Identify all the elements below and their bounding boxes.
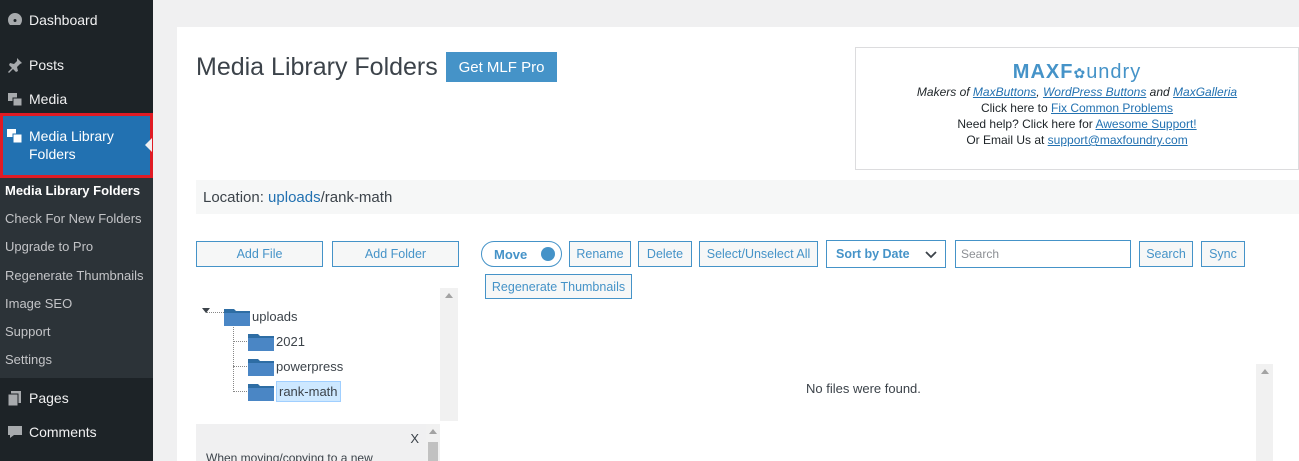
media-folders-icon bbox=[6, 127, 26, 145]
sync-button[interactable]: Sync bbox=[1201, 241, 1245, 267]
folder-icon bbox=[224, 309, 250, 326]
location-root-link[interactable]: uploads bbox=[268, 189, 321, 206]
tree-line bbox=[233, 366, 247, 367]
submenu-check-new-folders[interactable]: Check For New Folders bbox=[5, 211, 142, 226]
comments-icon bbox=[3, 422, 27, 442]
promo-email-line: Or Email Us at support@maxfoundry.com bbox=[966, 133, 1188, 147]
tree-line bbox=[233, 391, 247, 392]
location-bar: Location: uploads/rank-math bbox=[196, 180, 1299, 214]
scroll-up-icon[interactable] bbox=[429, 429, 437, 434]
menu-label: Media Library Folders bbox=[29, 128, 114, 162]
notice-scrollbar[interactable] bbox=[426, 424, 440, 461]
email-link[interactable]: support@maxfoundry.com bbox=[1048, 133, 1188, 147]
search-button[interactable]: Search bbox=[1139, 241, 1193, 267]
rename-button[interactable]: Rename bbox=[569, 241, 631, 267]
submenu-settings[interactable]: Settings bbox=[5, 352, 52, 367]
toggle-knob bbox=[541, 247, 555, 261]
get-pro-button[interactable]: Get MLF Pro bbox=[446, 52, 557, 82]
menu-label: Comments bbox=[29, 424, 97, 440]
menu-pages[interactable]: Pages bbox=[0, 381, 153, 415]
menu-label: Posts bbox=[29, 57, 65, 73]
wordpress-buttons-link[interactable]: WordPress Buttons bbox=[1043, 85, 1146, 99]
gear-icon: ✿ bbox=[1073, 65, 1087, 81]
folder-icon bbox=[248, 334, 274, 351]
folder-rank-math[interactable]: rank-math bbox=[248, 380, 341, 402]
scroll-up-icon[interactable] bbox=[1260, 369, 1269, 374]
no-files-message: No files were found. bbox=[806, 381, 921, 396]
menu-posts[interactable]: Posts bbox=[0, 48, 153, 82]
folder-2021[interactable]: 2021 bbox=[248, 331, 305, 351]
folder-powerpress[interactable]: powerpress bbox=[248, 356, 343, 376]
maxfoundry-logo: MAXF✿undry bbox=[1012, 61, 1142, 83]
folder-uploads[interactable]: uploads bbox=[224, 306, 298, 326]
menu-comments[interactable]: Comments bbox=[0, 415, 153, 449]
dashboard-icon bbox=[3, 10, 27, 30]
pin-icon bbox=[3, 55, 27, 75]
menu-dashboard[interactable]: Dashboard bbox=[0, 3, 153, 37]
sort-select[interactable]: Sort by Date bbox=[826, 240, 946, 268]
chevron-down-icon bbox=[925, 251, 937, 259]
folder-icon bbox=[248, 384, 274, 401]
promo-help-line: Need help? Click here for Awesome Suppor… bbox=[957, 117, 1197, 131]
fix-problems-link[interactable]: Fix Common Problems bbox=[1051, 101, 1173, 115]
pages-icon bbox=[3, 388, 27, 408]
folder-icon bbox=[248, 359, 274, 376]
notice-text: When moving/copying to a new bbox=[206, 451, 373, 461]
add-file-button[interactable]: Add File bbox=[196, 241, 323, 267]
submenu-support[interactable]: Support bbox=[5, 324, 51, 339]
move-notice: X When moving/copying to a new bbox=[196, 424, 426, 461]
tree-line bbox=[233, 325, 234, 392]
close-icon[interactable]: X bbox=[410, 431, 419, 446]
maxbuttons-link[interactable]: MaxButtons bbox=[973, 85, 1036, 99]
menu-label: Dashboard bbox=[29, 12, 98, 28]
promo-fix-line: Click here to Fix Common Problems bbox=[980, 101, 1174, 115]
admin-sidebar: Dashboard Posts Media Media Library Fold… bbox=[0, 0, 153, 461]
add-folder-button[interactable]: Add Folder bbox=[332, 241, 459, 267]
current-menu-arrow bbox=[145, 138, 152, 152]
scroll-up-icon[interactable] bbox=[445, 293, 453, 298]
move-copy-toggle[interactable]: Move bbox=[481, 241, 562, 267]
regenerate-thumbnails-button[interactable]: Regenerate Thumbnails bbox=[485, 274, 632, 299]
menu-media-library-folders[interactable]: Media Library Folders bbox=[0, 113, 153, 178]
menu-label: Pages bbox=[29, 390, 69, 406]
scroll-thumb[interactable] bbox=[428, 442, 438, 461]
menu-label: Media bbox=[29, 91, 68, 107]
promo-box: MAXF✿undry Makers of MaxButtons, WordPre… bbox=[855, 47, 1299, 170]
location-path: /rank-math bbox=[320, 188, 393, 206]
media-icon bbox=[3, 89, 27, 109]
delete-button[interactable]: Delete bbox=[638, 241, 692, 267]
tree-scrollbar[interactable] bbox=[440, 288, 458, 421]
select-all-button[interactable]: Select/Unselect All bbox=[699, 241, 818, 267]
submenu-media-library-folders[interactable]: Media Library Folders bbox=[5, 183, 140, 198]
page-title: Media Library Folders bbox=[196, 53, 438, 81]
maxgalleria-link[interactable]: MaxGalleria bbox=[1173, 85, 1237, 99]
support-link[interactable]: Awesome Support! bbox=[1095, 117, 1196, 131]
search-input[interactable] bbox=[955, 240, 1131, 268]
promo-makers-line: Makers of MaxButtons, WordPress Buttons … bbox=[916, 85, 1238, 99]
submenu-image-seo[interactable]: Image SEO bbox=[5, 296, 72, 311]
submenu: Media Library Folders Check For New Fold… bbox=[0, 178, 153, 378]
submenu-regenerate-thumbnails[interactable]: Regenerate Thumbnails bbox=[5, 268, 144, 283]
menu-media[interactable]: Media bbox=[0, 82, 153, 116]
folder-tree: uploads 2021 powerpress rank-math bbox=[196, 288, 455, 421]
collapse-toggle-icon[interactable] bbox=[202, 308, 210, 313]
files-scrollbar[interactable] bbox=[1256, 364, 1273, 461]
tree-line bbox=[233, 341, 247, 342]
submenu-upgrade-pro[interactable]: Upgrade to Pro bbox=[5, 239, 93, 254]
